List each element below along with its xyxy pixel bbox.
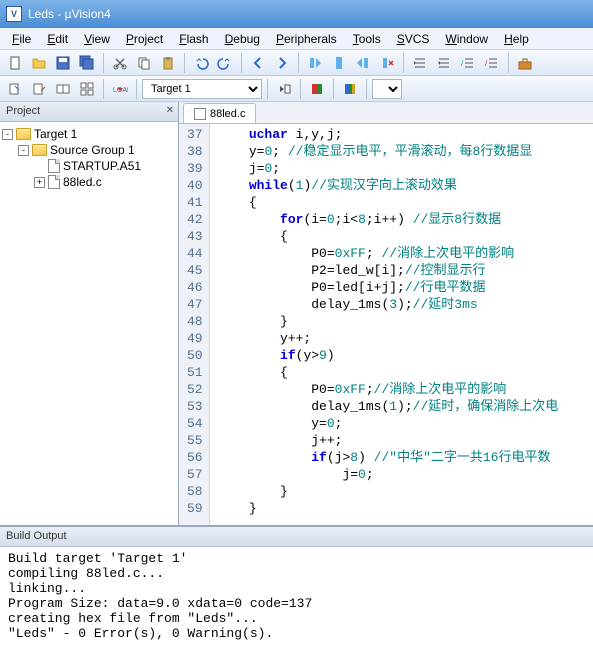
menu-file[interactable]: File xyxy=(4,30,39,48)
next-bookmark-button[interactable] xyxy=(271,52,293,74)
copy-button[interactable] xyxy=(133,52,155,74)
workspace: Project ✕ - Target 1 - Source Group 1 ST… xyxy=(0,102,593,525)
save-all-button[interactable] xyxy=(76,52,98,74)
manage-books-button[interactable] xyxy=(339,78,361,100)
cut-button[interactable] xyxy=(109,52,131,74)
tree-label: 88led.c xyxy=(63,175,102,189)
indent-button[interactable] xyxy=(409,52,431,74)
tree-label: STARTUP.A51 xyxy=(63,159,141,173)
collapse-icon[interactable]: - xyxy=(18,145,29,156)
menubar: FileEditViewProjectFlashDebugPeripherals… xyxy=(0,28,593,50)
download-button[interactable]: LOAD xyxy=(109,78,131,100)
folder-icon xyxy=(32,144,47,156)
toolbar-build: LOAD Target 1 xyxy=(0,76,593,102)
translate-button[interactable] xyxy=(4,78,26,100)
menu-flash[interactable]: Flash xyxy=(171,30,216,48)
build-output-header: Build Output xyxy=(0,527,593,547)
app-icon: V xyxy=(6,6,22,22)
rebuild-button[interactable] xyxy=(52,78,74,100)
code-area: 88led.c 37383940414243444546474849505152… xyxy=(179,102,593,525)
build-output-title: Build Output xyxy=(6,530,67,542)
menu-project[interactable]: Project xyxy=(118,30,171,48)
build-button[interactable] xyxy=(28,78,50,100)
toolbar-main: / / xyxy=(0,50,593,76)
file-icon xyxy=(48,175,60,189)
save-button[interactable] xyxy=(52,52,74,74)
uncomment-button[interactable]: / xyxy=(481,52,503,74)
open-file-button[interactable] xyxy=(28,52,50,74)
menu-view[interactable]: View xyxy=(76,30,118,48)
menu-peripherals[interactable]: Peripherals xyxy=(268,30,345,48)
code-editor[interactable]: 3738394041424344454647484950515253545556… xyxy=(179,124,593,525)
collapse-icon[interactable]: - xyxy=(2,129,13,140)
project-tree[interactable]: - Target 1 - Source Group 1 STARTUP.A51 … xyxy=(0,122,178,525)
menu-help[interactable]: Help xyxy=(496,30,537,48)
tree-file[interactable]: STARTUP.A51 xyxy=(2,158,176,174)
tree-target[interactable]: - Target 1 xyxy=(2,126,176,142)
file-extensions-button[interactable] xyxy=(306,78,328,100)
redo-button[interactable] xyxy=(214,52,236,74)
expand-icon[interactable]: + xyxy=(34,177,45,188)
bookmark-button[interactable] xyxy=(304,52,326,74)
tab-label: 88led.c xyxy=(210,108,245,120)
window-title: Leds - µVision4 xyxy=(28,7,111,21)
code-content[interactable]: uchar i,y,j; y=0; //稳定显示电平，平滑滚动，每8行数据显 j… xyxy=(210,124,559,525)
project-panel: Project ✕ - Target 1 - Source Group 1 ST… xyxy=(0,102,179,525)
bookmark-clear-button[interactable] xyxy=(376,52,398,74)
menu-tools[interactable]: Tools xyxy=(345,30,389,48)
menu-debug[interactable]: Debug xyxy=(217,30,268,48)
menu-edit[interactable]: Edit xyxy=(39,30,76,48)
toolbox-button[interactable] xyxy=(514,52,536,74)
folder-icon xyxy=(16,128,31,140)
build-output-panel: Build Output Build target 'Target 1' com… xyxy=(0,525,593,653)
tree-file[interactable]: + 88led.c xyxy=(2,174,176,190)
bookmark-next-button[interactable] xyxy=(352,52,374,74)
outdent-button[interactable] xyxy=(433,52,455,74)
bookmark-toggle-button[interactable] xyxy=(328,52,350,74)
menu-svcs[interactable]: SVCS xyxy=(389,30,438,48)
tree-label: Source Group 1 xyxy=(50,143,135,157)
target-select[interactable]: Target 1 xyxy=(142,79,262,99)
new-file-button[interactable] xyxy=(4,52,26,74)
tree-label: Target 1 xyxy=(34,127,77,141)
find-combo[interactable] xyxy=(372,79,402,99)
file-icon xyxy=(48,159,60,173)
tab-88led[interactable]: 88led.c xyxy=(183,103,256,123)
titlebar: V Leds - µVision4 xyxy=(0,0,593,28)
comment-button[interactable]: / xyxy=(457,52,479,74)
svg-text:/: / xyxy=(485,59,488,68)
build-output-body[interactable]: Build target 'Target 1' compiling 88led.… xyxy=(0,547,593,653)
prev-bookmark-button[interactable] xyxy=(247,52,269,74)
tabbar: 88led.c xyxy=(179,102,593,124)
line-gutter: 3738394041424344454647484950515253545556… xyxy=(179,124,210,525)
close-icon[interactable]: ✕ xyxy=(166,105,174,116)
project-panel-title: Project xyxy=(6,105,40,117)
svg-text:/: / xyxy=(461,59,464,68)
paste-button[interactable] xyxy=(157,52,179,74)
options-button[interactable] xyxy=(273,78,295,100)
tree-group[interactable]: - Source Group 1 xyxy=(2,142,176,158)
project-panel-header: Project ✕ xyxy=(0,102,178,122)
undo-button[interactable] xyxy=(190,52,212,74)
file-icon xyxy=(194,108,206,120)
batch-build-button[interactable] xyxy=(76,78,98,100)
menu-window[interactable]: Window xyxy=(437,30,496,48)
